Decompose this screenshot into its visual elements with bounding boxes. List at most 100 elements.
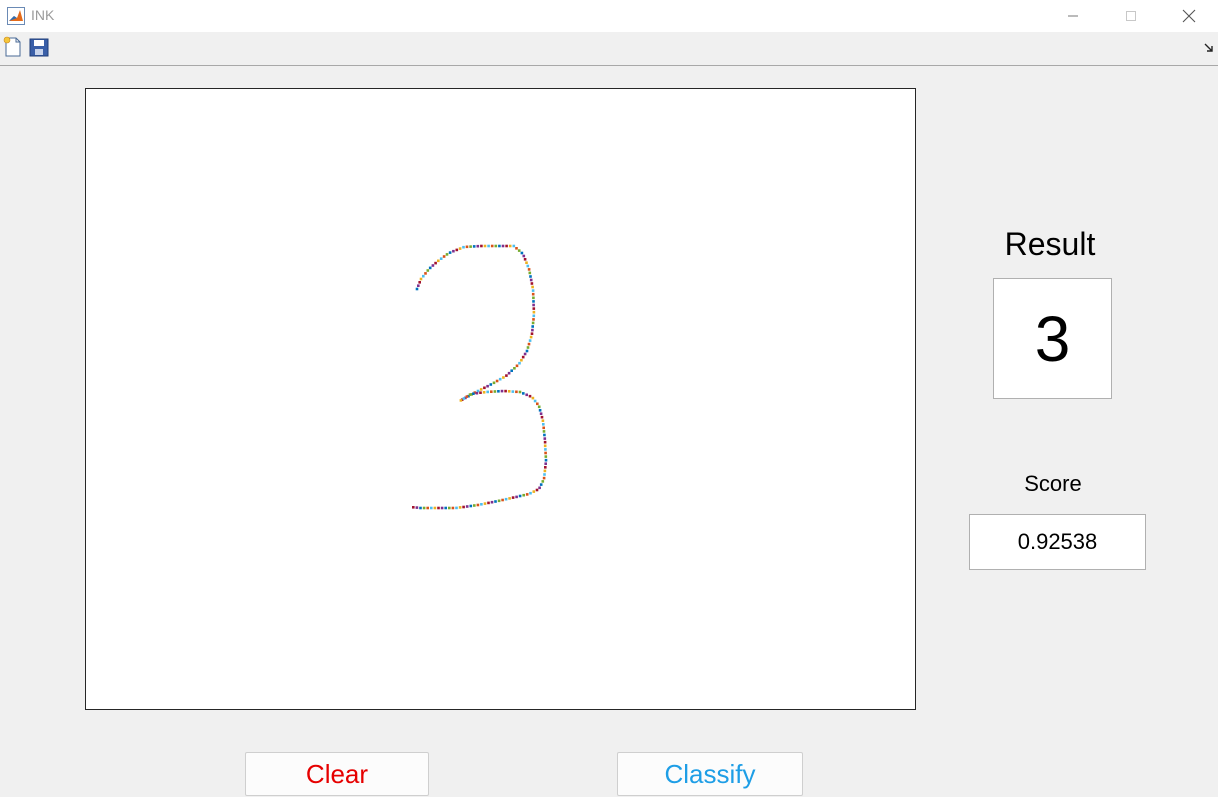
stroke-point <box>455 248 459 252</box>
stroke-point <box>538 486 541 490</box>
stroke-point <box>434 261 437 265</box>
score-value: 0.92538 <box>969 514 1146 570</box>
stroke-point <box>537 405 541 409</box>
stroke-point <box>465 505 469 508</box>
stroke-point <box>490 500 494 504</box>
stroke-point <box>504 497 508 501</box>
maximize-button[interactable] <box>1102 0 1160 32</box>
stroke-point <box>543 444 547 448</box>
new-figure-icon <box>3 36 21 57</box>
minimize-button[interactable] <box>1044 0 1102 32</box>
stroke-point <box>440 506 444 510</box>
drawing-canvas[interactable] <box>85 88 916 710</box>
stroke-point <box>525 349 529 353</box>
stroke-point <box>529 278 533 282</box>
stroke-point <box>418 281 421 284</box>
stroke-point <box>487 501 490 505</box>
stroke-point <box>458 247 462 250</box>
undock-button[interactable] <box>1204 40 1214 52</box>
stroke-point <box>518 494 522 498</box>
stroke-point <box>422 274 425 278</box>
stroke-point <box>426 506 429 510</box>
stroke-point <box>469 245 472 248</box>
stroke-point <box>542 430 546 433</box>
stroke-point <box>480 244 483 248</box>
stroke-point <box>501 498 504 502</box>
stroke-point <box>442 255 446 258</box>
score-label: Score <box>1024 471 1082 496</box>
stroke-point <box>419 506 422 510</box>
stroke-point <box>504 389 507 393</box>
stroke-point <box>501 244 505 248</box>
stroke-point <box>483 386 486 390</box>
stroke-point <box>530 282 534 285</box>
window-title: INK <box>31 7 55 23</box>
close-button[interactable] <box>1160 0 1218 32</box>
stroke-point <box>507 371 511 375</box>
undock-icon <box>1204 43 1213 52</box>
stroke-point <box>544 448 547 451</box>
stroke-point <box>540 415 544 419</box>
stroke-point <box>462 505 465 509</box>
clear-button[interactable]: Clear <box>245 752 429 796</box>
stroke-point <box>483 244 487 248</box>
stroke-point <box>465 245 469 249</box>
stroke-point <box>532 300 535 303</box>
stroke-point <box>486 384 489 388</box>
stroke-point <box>483 502 487 505</box>
stroke-point <box>515 364 519 368</box>
stroke-point <box>494 244 498 248</box>
stroke-point <box>492 381 496 385</box>
stroke-point <box>531 285 534 289</box>
stroke-point <box>489 383 493 386</box>
new-figure-button[interactable] <box>2 36 24 58</box>
stroke-point <box>543 433 546 437</box>
stroke-point <box>526 264 530 268</box>
stroke-point <box>544 458 548 462</box>
stroke-point <box>459 399 463 402</box>
stroke-point <box>428 266 432 270</box>
minimize-icon <box>1068 15 1078 17</box>
save-button[interactable] <box>28 36 50 58</box>
stroke-point <box>543 473 546 476</box>
stroke-point <box>525 493 529 496</box>
result-label: Result <box>1004 226 1096 262</box>
stroke-point <box>532 303 535 307</box>
stroke-point <box>533 399 537 403</box>
stroke-point <box>475 391 479 395</box>
stroke-point <box>465 395 469 398</box>
stroke-point <box>525 393 528 397</box>
stroke-point <box>412 506 415 509</box>
stroke-point <box>511 390 515 393</box>
stroke-point <box>532 296 535 300</box>
stroke-point <box>424 272 427 275</box>
stroke-point <box>444 506 447 510</box>
stroke-point <box>528 271 532 275</box>
stroke-point <box>539 412 543 415</box>
stroke-point <box>532 307 536 310</box>
stroke-point <box>543 437 547 440</box>
stroke-point <box>542 476 546 480</box>
stroke-point <box>528 339 532 342</box>
stroke-point <box>511 496 515 499</box>
maximize-icon <box>1126 11 1136 21</box>
stroke-point <box>455 506 458 510</box>
stroke-point <box>544 455 548 458</box>
stroke-point <box>520 251 524 255</box>
stroke-point <box>417 284 420 287</box>
title-bar: INK <box>0 0 1218 32</box>
stroke-point <box>498 244 501 248</box>
stroke-point <box>476 503 480 507</box>
stroke-point <box>542 426 545 430</box>
close-icon <box>1182 9 1196 23</box>
stroke-point <box>522 493 525 497</box>
stroke-point <box>445 253 449 256</box>
stroke-point <box>525 261 528 264</box>
classify-button[interactable]: Classify <box>617 752 803 796</box>
stroke-point <box>507 390 511 393</box>
matlab-icon <box>7 7 25 25</box>
stroke-point <box>500 389 504 393</box>
stroke-point <box>431 264 435 267</box>
stroke-point <box>426 269 430 272</box>
stroke-point <box>539 483 543 486</box>
